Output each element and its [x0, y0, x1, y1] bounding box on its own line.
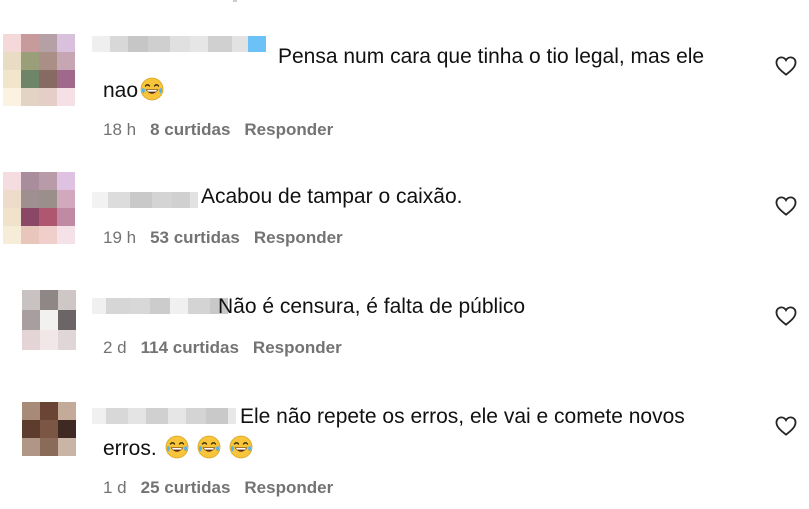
laughing-emoji-icon — [197, 435, 221, 459]
reply-button[interactable]: Responder — [253, 338, 342, 357]
timestamp: 18 h — [103, 120, 137, 139]
comment-text: Acabou de tampar o caixão. — [201, 185, 463, 208]
comment-meta: 2 d 114 curtidas Responder — [103, 338, 342, 358]
likes-count[interactable]: 8 curtidas — [150, 120, 230, 139]
timestamp: 1 d — [103, 478, 127, 497]
comment-meta: 1 d 25 curtidas Responder — [103, 478, 333, 498]
avatar[interactable] — [3, 172, 75, 244]
reply-button[interactable]: Responder — [244, 120, 333, 139]
laughing-emoji-icon — [140, 77, 164, 101]
comment-meta: 19 h 53 curtidas Responder — [103, 228, 343, 248]
heart-outline-icon[interactable] — [775, 416, 797, 436]
avatar[interactable] — [22, 290, 76, 352]
comment-text: Não é censura, é falta de público — [218, 295, 526, 318]
comment-text: Ele não repete os erros, ele vai e comet… — [240, 405, 685, 428]
heart-outline-icon[interactable] — [775, 306, 797, 326]
timestamp: 19 h — [103, 228, 137, 247]
reply-button[interactable]: Responder — [244, 478, 333, 497]
laughing-emoji-icon — [165, 435, 189, 459]
avatar[interactable] — [3, 34, 75, 106]
reply-button[interactable]: Responder — [254, 228, 343, 247]
username-blurred[interactable] — [92, 192, 198, 208]
laughing-emoji-icon — [229, 435, 253, 459]
username-blurred[interactable] — [92, 408, 236, 424]
username-blurred[interactable] — [92, 36, 266, 52]
avatar[interactable] — [22, 402, 76, 456]
comment-meta: 18 h 8 curtidas Responder — [103, 120, 333, 140]
top-fragment — [233, 0, 237, 2]
likes-count[interactable]: 53 curtidas — [150, 228, 240, 247]
comment-text: Pensa num cara que tinha o tio legal, ma… — [278, 45, 705, 68]
emoji-group — [157, 435, 253, 460]
emoji-group — [138, 77, 164, 102]
comment-text-continued: nao — [103, 74, 164, 108]
likes-count[interactable]: 114 curtidas — [141, 338, 239, 357]
timestamp: 2 d — [103, 338, 127, 357]
likes-count[interactable]: 25 curtidas — [141, 478, 231, 497]
comment-text-continued: erros. — [103, 432, 253, 466]
heart-outline-icon[interactable] — [775, 56, 797, 76]
heart-outline-icon[interactable] — [775, 196, 797, 216]
username-blurred[interactable] — [92, 298, 228, 314]
